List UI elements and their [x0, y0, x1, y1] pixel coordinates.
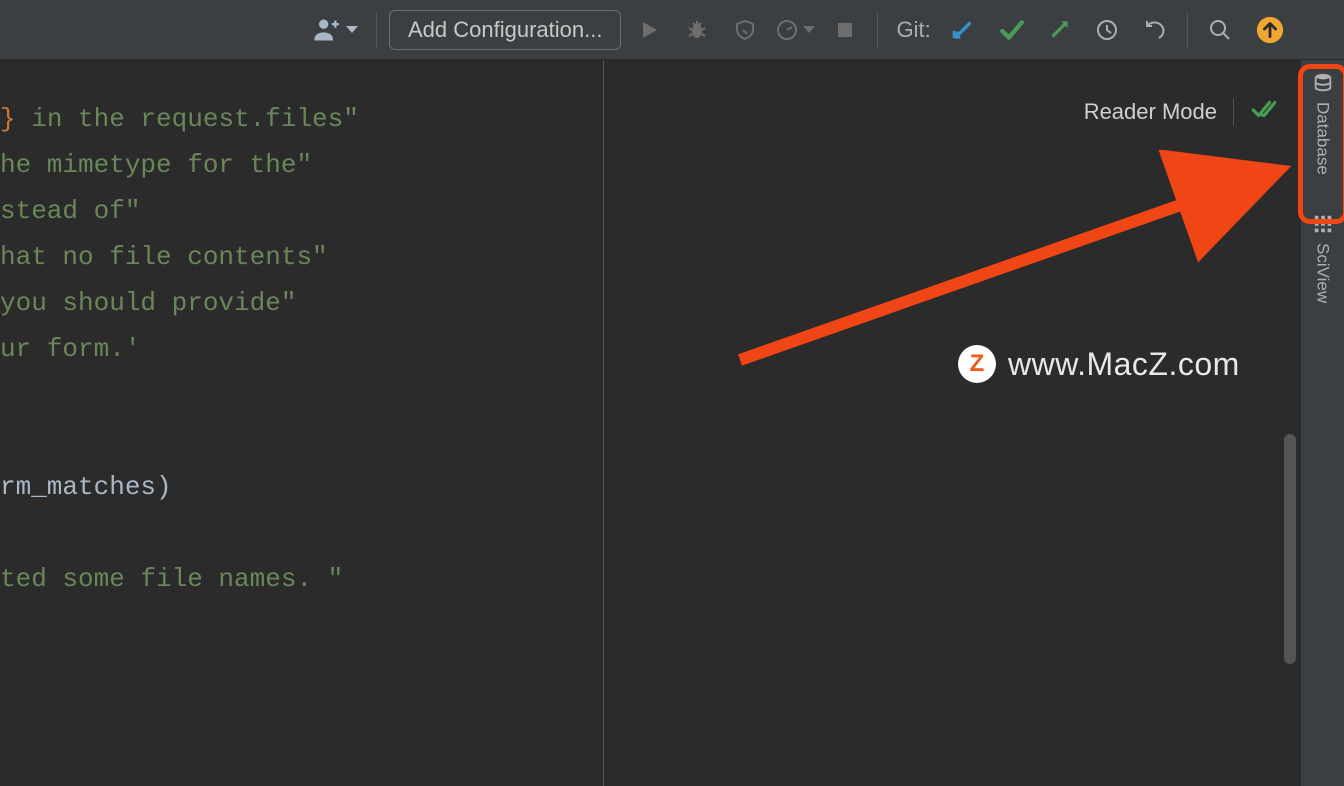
reader-mode-row: Reader Mode — [1084, 96, 1276, 127]
reader-mode-label[interactable]: Reader Mode — [1084, 99, 1217, 125]
chevron-down-icon — [346, 26, 358, 33]
watermark-text: www.MacZ.com — [1008, 346, 1240, 383]
profile-icon — [775, 18, 799, 42]
separator — [376, 12, 377, 48]
separator — [877, 12, 878, 48]
code-line: in the request.files" — [16, 104, 359, 134]
debug-button[interactable] — [677, 10, 717, 50]
git-rollback-button[interactable] — [1135, 10, 1175, 50]
search-everywhere-button[interactable] — [1200, 10, 1240, 50]
code-editor-left-pane[interactable]: } in the request.files" he mimetype for … — [0, 60, 603, 786]
watermark-badge: Z — [958, 345, 996, 383]
update-arrow-icon — [950, 17, 976, 43]
double-check-icon — [1250, 96, 1276, 122]
watermark: Z www.MacZ.com — [958, 345, 1240, 383]
play-icon — [637, 18, 661, 42]
sciview-tool-window-button[interactable]: SciView — [1312, 213, 1334, 303]
sciview-label: SciView — [1313, 243, 1333, 303]
inspection-widget[interactable] — [1250, 96, 1276, 127]
stop-button[interactable] — [825, 10, 865, 50]
code-editor-right-pane[interactable]: Reader Mode — [604, 60, 1300, 786]
code-line: ted some file names. " — [0, 564, 343, 594]
scrollbar-thumb[interactable] — [1284, 434, 1296, 664]
chevron-down-icon — [803, 26, 815, 33]
profile-button[interactable] — [773, 10, 817, 50]
search-icon — [1208, 18, 1232, 42]
code-line: hat no file contents" — [0, 242, 328, 272]
git-label: Git: — [896, 17, 930, 43]
database-icon — [1312, 72, 1334, 94]
sciview-icon — [1312, 213, 1334, 235]
code-brace: } — [0, 104, 16, 134]
database-label: Database — [1313, 102, 1333, 175]
user-icon — [312, 16, 340, 44]
code-line: stead of" — [0, 196, 140, 226]
add-configuration-button[interactable]: Add Configuration... — [389, 10, 621, 50]
right-tool-strip: Database SciView — [1300, 60, 1344, 786]
git-update-button[interactable] — [943, 10, 983, 50]
code-line: rm_matches) — [0, 472, 172, 502]
user-dropdown[interactable] — [306, 16, 364, 44]
separator — [1187, 12, 1188, 48]
editor-area: } in the request.files" he mimetype for … — [0, 60, 1300, 786]
undo-icon — [1143, 18, 1167, 42]
coverage-icon — [733, 18, 757, 42]
clock-icon — [1095, 18, 1119, 42]
run-button[interactable] — [629, 10, 669, 50]
push-arrow-icon — [1046, 17, 1072, 43]
toolbar: Add Configuration... Git: — [0, 0, 1344, 60]
git-history-button[interactable] — [1087, 10, 1127, 50]
checkmark-icon — [998, 17, 1024, 43]
code-line: ur form.' — [0, 334, 140, 364]
separator — [1233, 99, 1234, 125]
bug-icon — [685, 18, 709, 42]
ide-update-button[interactable] — [1250, 10, 1290, 50]
git-commit-button[interactable] — [991, 10, 1031, 50]
git-push-button[interactable] — [1039, 10, 1079, 50]
code-line: he mimetype for the" — [0, 150, 312, 180]
code-line: you should provide" — [0, 288, 296, 318]
stop-icon — [833, 18, 857, 42]
coverage-button[interactable] — [725, 10, 765, 50]
update-badge-icon — [1255, 15, 1285, 45]
database-tool-window-button[interactable]: Database — [1312, 72, 1334, 175]
